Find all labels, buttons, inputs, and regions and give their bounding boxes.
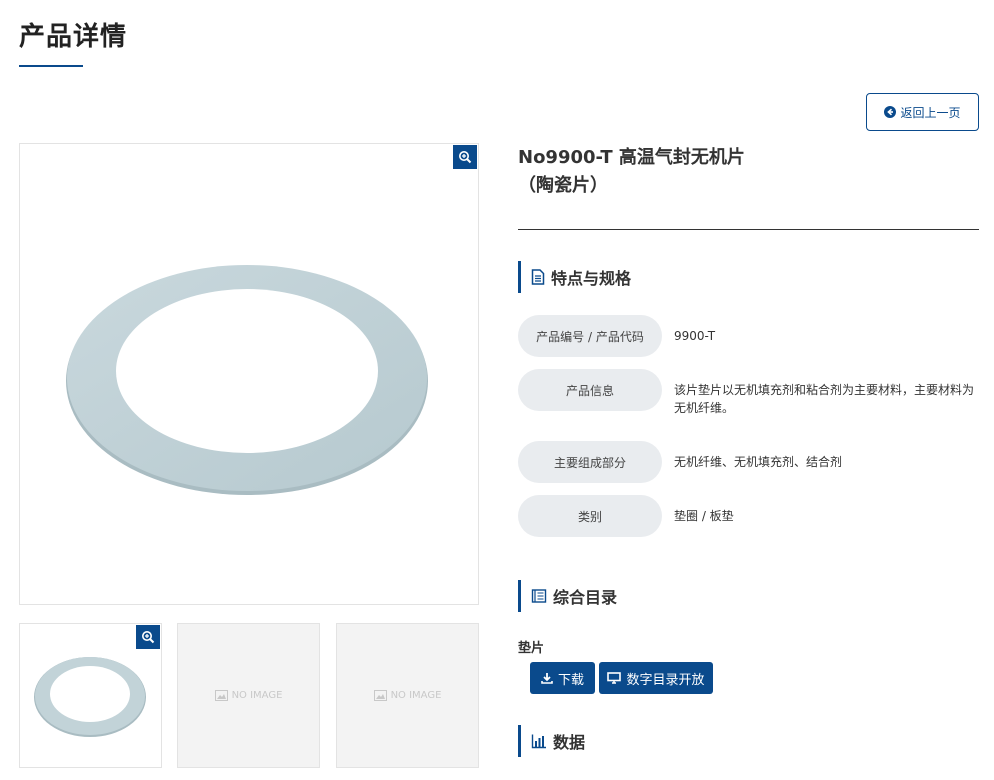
thumbnail-2[interactable]: NO IMAGE [177,623,320,768]
image-placeholder-icon [214,690,228,701]
spec-label: 类别 [518,495,662,537]
no-image-text: NO IMAGE [390,690,442,701]
gasket-image [66,265,428,495]
back-button[interactable]: 返回上一页 [866,93,979,131]
download-icon [541,673,553,684]
thumbnail-1[interactable] [19,623,162,768]
download-button[interactable]: 下载 [530,662,595,694]
catalog-section-heading: 综合目录 [518,580,617,612]
catalog-section-title: 综合目录 [553,588,618,607]
spec-label: 产品信息 [518,369,662,411]
data-section-title: 数据 [553,733,586,752]
spec-value: 该片垫片以无机填充剂和粘合剂为主要材料，主要材料为无机纤维。 [674,383,975,415]
bar-chart-icon [531,734,546,749]
monitor-icon [607,672,622,684]
spec-row: 产品信息 该片垫片以无机填充剂和粘合剂为主要材料，主要材料为无机纤维。 [518,369,979,417]
spec-label: 主要组成部分 [518,441,662,483]
main-product-image[interactable] [19,143,479,605]
back-button-label: 返回上一页 [900,105,961,120]
product-title-line2: （陶瓷片） [518,175,608,196]
zoom-in-icon [459,151,472,164]
digital-catalog-label: 数字目录开放 [626,672,705,688]
product-title-line1: No9900-T 高温气封无机片 [518,147,745,168]
title-underline [19,65,83,67]
thumbnail-zoom-button[interactable] [136,625,160,649]
digital-catalog-button[interactable]: 数字目录开放 [599,662,713,694]
specs-section-heading: 特点与规格 [518,261,631,293]
spec-value: 垫圈 / 板垫 [674,509,734,523]
data-section-heading: 数据 [518,725,585,757]
spec-row: 主要组成部分 无机纤维、无机填充剂、结合剂 [518,441,979,483]
page-title: 产品详情 [19,22,128,52]
thumbnail-3[interactable]: NO IMAGE [336,623,479,768]
spec-value: 9900-T [674,329,716,343]
file-text-icon [531,269,545,285]
book-icon [531,589,547,603]
product-title: No9900-T 高温气封无机片 （陶瓷片） [518,144,818,200]
spec-row: 产品编号 / 产品代码 9900-T [518,315,979,357]
zoom-in-icon [142,631,155,644]
no-image-text: NO IMAGE [231,690,283,701]
spec-label: 产品编号 / 产品代码 [518,315,662,357]
image-placeholder-icon [373,690,387,701]
title-divider [518,229,979,230]
spec-value: 无机纤维、无机填充剂、结合剂 [674,455,843,469]
arrow-circle-left-icon [884,106,897,118]
catalog-category: 垫片 [518,641,545,656]
specs-section-title: 特点与规格 [551,269,632,288]
download-label: 下载 [557,672,584,688]
spec-row: 类别 垫圈 / 板垫 [518,495,979,537]
zoom-in-button[interactable] [453,145,477,169]
